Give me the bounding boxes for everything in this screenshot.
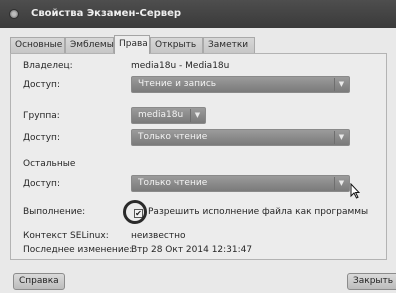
group-label: Группа: [23, 111, 60, 121]
title-bar: Свойства Экзамен-Сервер [0, 0, 396, 28]
close-button[interactable]: Закрыть [347, 273, 396, 290]
tab-permissions[interactable]: Права [114, 35, 150, 54]
group-value: media18u [138, 110, 184, 120]
owner-label: Владелец: [23, 61, 73, 71]
others-access-label: Доступ: [23, 179, 60, 189]
close-window-icon[interactable] [9, 9, 19, 19]
tab-emblems[interactable]: Эмблемы [65, 37, 114, 53]
help-button[interactable]: Справка [13, 273, 65, 290]
selinux-label: Контекст SELinux: [23, 231, 109, 241]
tab-basic[interactable]: Основные [10, 37, 65, 53]
execute-checkbox-label: Разрешить исполнение файла как программы [148, 207, 369, 217]
group-access-select[interactable]: Только чтение ▼ [131, 129, 350, 146]
others-access-value: Только чтение [138, 178, 208, 188]
owner-access-label: Доступ: [23, 80, 60, 90]
chevron-down-icon: ▼ [334, 131, 348, 144]
owner-access-value: Чтение и запись [138, 79, 217, 89]
owner-access-select[interactable]: Чтение и запись ▼ [131, 76, 350, 93]
others-heading: Остальные [23, 159, 76, 169]
highlight-circle [123, 200, 147, 224]
others-access-select[interactable]: Только чтение ▼ [131, 175, 350, 192]
chevron-down-icon: ▼ [334, 78, 348, 91]
chevron-down-icon: ▼ [190, 109, 204, 122]
group-access-value: Только чтение [138, 132, 208, 142]
mouse-pointer-icon [350, 183, 360, 199]
group-select[interactable]: media18u ▼ [131, 107, 206, 124]
modified-label: Последнее изменение: [23, 245, 133, 255]
chevron-down-icon: ▼ [334, 177, 348, 190]
group-access-label: Доступ: [23, 133, 60, 143]
modified-value: Втр 28 Окт 2014 12:31:47 [131, 245, 253, 255]
selinux-value: неизвестно [131, 231, 186, 241]
window-title: Свойства Экзамен-Сервер [31, 8, 182, 19]
execute-label: Выполнение: [23, 207, 86, 217]
tab-notes[interactable]: Заметки [203, 37, 255, 53]
owner-value: media18u - Media18u [131, 61, 230, 71]
tab-open-with[interactable]: Открыть в [150, 37, 203, 65]
